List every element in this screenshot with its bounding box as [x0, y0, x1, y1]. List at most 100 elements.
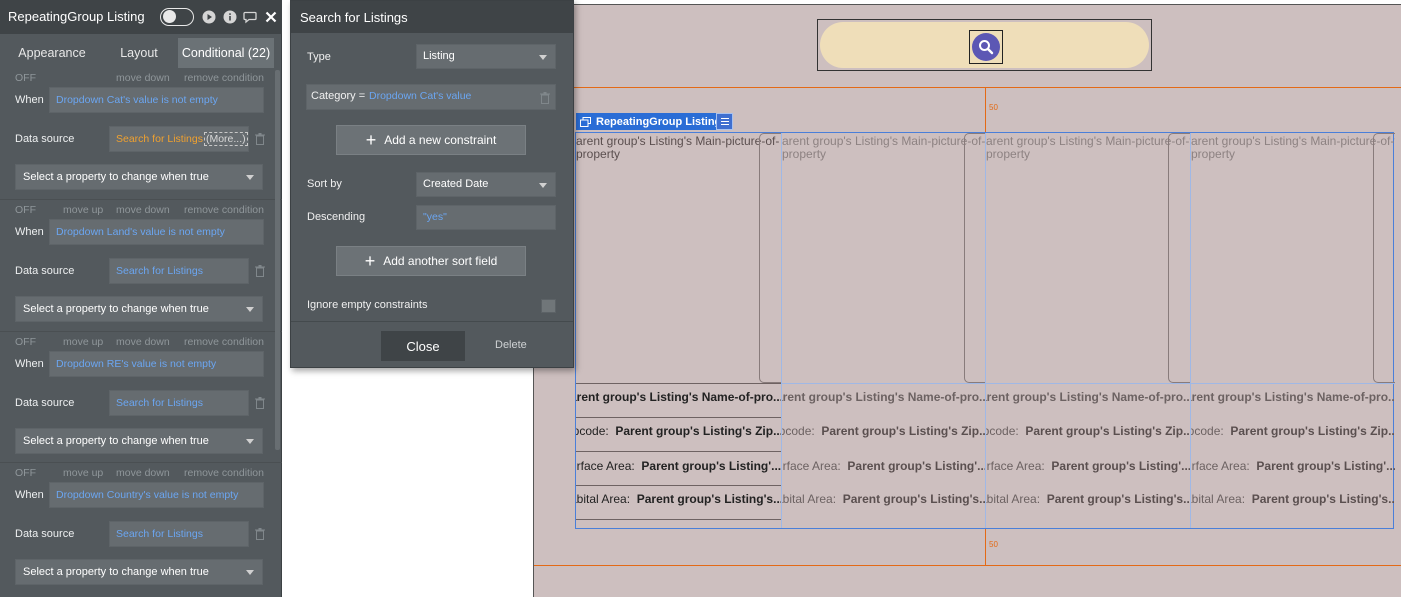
move-down-link[interactable]: move down [116, 467, 170, 481]
move-up-link[interactable]: move up [63, 467, 103, 481]
editor-tabs: Appearance Layout Conditional (22) [0, 38, 282, 68]
type-label: Type [307, 51, 331, 63]
chevron-down-icon [246, 439, 254, 444]
element-toggle[interactable] [160, 8, 194, 26]
tab-layout[interactable]: Layout [104, 38, 174, 68]
group-top-border [534, 87, 1401, 88]
condition-status[interactable]: OFF [15, 336, 36, 350]
data-source-expression[interactable]: Search for Listings [109, 521, 249, 547]
close-button[interactable]: Close [381, 331, 465, 361]
when-expression[interactable]: Dropdown RE's value is not empty [49, 351, 264, 377]
property-editor[interactable]: RepeatingGroup Listing Appearance Layout… [0, 0, 282, 597]
sort-by-dropdown[interactable]: Created Date [416, 172, 556, 197]
popup-title: Search for Listings [300, 10, 408, 25]
tab-appearance[interactable]: Appearance [0, 38, 104, 68]
type-dropdown[interactable]: Listing [416, 44, 556, 69]
property-select[interactable]: Select a property to change when true [15, 296, 263, 322]
margin-top-label: 50 [989, 103, 998, 112]
move-up-link[interactable]: move up [63, 336, 103, 350]
repeating-group-tag[interactable]: RepeatingGroup Listing [576, 113, 728, 130]
property-select[interactable]: Select a property to change when true [15, 164, 263, 190]
chevron-down-icon [539, 55, 547, 60]
condition-status[interactable]: OFF [15, 204, 36, 218]
rg-cell[interactable]: arent group's Listing's Main-picture-of-… [576, 133, 781, 528]
move-up-link[interactable]: move up [63, 204, 103, 218]
habital-area-text: abital Area: Parent group's Listing's... [1190, 492, 1395, 506]
trash-icon[interactable] [540, 92, 550, 104]
when-expression[interactable]: Dropdown Land's value is not empty [49, 219, 264, 245]
popup-divider [291, 321, 573, 322]
remove-condition-link[interactable]: remove condition [184, 467, 264, 481]
row-divider [782, 383, 986, 384]
main-picture-placeholder: arent group's Listing's Main-picture-of-… [986, 134, 1190, 161]
divider [0, 462, 282, 463]
add-sort-field-button[interactable]: + Add another sort field [336, 246, 526, 276]
search-button[interactable] [972, 33, 1000, 61]
main-picture-placeholder: arent group's Listing's Main-picture-of-… [1191, 134, 1395, 161]
plus-icon: + [365, 130, 377, 150]
rg-cell[interactable]: arent group's Listing's Main-picture-of-… [1190, 133, 1395, 528]
remove-condition-link[interactable]: remove condition [184, 72, 264, 86]
ignore-empty-checkbox[interactable] [541, 299, 556, 313]
row-divider [576, 485, 781, 486]
surface-area-text: urface Area: Parent group's Listing'... [576, 459, 781, 473]
property-select[interactable]: Select a property to change when true [15, 559, 263, 585]
remove-condition-link[interactable]: remove condition [184, 336, 264, 350]
repeating-group[interactable]: arent group's Listing's Main-picture-of-… [575, 132, 1395, 529]
trash-icon[interactable] [255, 528, 265, 540]
move-down-link[interactable]: move down [116, 72, 170, 86]
trash-icon[interactable] [255, 265, 265, 277]
habital-area-text: abital Area: Parent group's Listing's... [985, 492, 1190, 506]
surface-area-text: urface Area: Parent group's Listing'... [1190, 459, 1395, 473]
scrollbar[interactable] [275, 70, 280, 450]
search-popup[interactable]: Search for Listings Type Listing Categor… [290, 0, 574, 368]
plus-icon: + [364, 251, 376, 271]
data-source-expression[interactable]: Search for Listings (More...) [109, 126, 249, 152]
delete-button[interactable]: Delete [495, 339, 527, 351]
move-down-link[interactable]: move down [116, 204, 170, 218]
play-icon[interactable] [202, 10, 216, 24]
chevron-down-icon [539, 183, 547, 188]
comment-icon[interactable] [243, 10, 257, 24]
trash-icon[interactable] [255, 397, 265, 409]
when-expression[interactable]: Dropdown Cat's value is not empty [49, 87, 264, 113]
condition-status[interactable]: OFF [15, 72, 36, 86]
surface-area-text: urface Area: Parent group's Listing'... [985, 459, 1190, 473]
margin-guide-top [985, 88, 986, 132]
data-source-expression[interactable]: Search for Listings [109, 390, 249, 416]
constraint-row[interactable]: Category = Dropdown Cat's value [306, 84, 556, 110]
row-divider [576, 383, 781, 384]
property-select[interactable]: Select a property to change when true [15, 428, 263, 454]
picture-frame[interactable] [964, 133, 986, 383]
more-link[interactable]: (More...) [203, 132, 248, 146]
constraint-value[interactable]: Dropdown Cat's value [369, 90, 471, 102]
search-group[interactable] [817, 19, 1152, 71]
search-icon [979, 40, 994, 55]
move-down-link[interactable]: move down [116, 336, 170, 350]
descending-field[interactable]: "yes" [416, 205, 556, 230]
when-label: When [15, 226, 44, 238]
data-source-expression[interactable]: Search for Listings [109, 258, 249, 284]
design-canvas[interactable]: 50 50 RepeatingGroup Listing arent group… [532, 0, 1401, 597]
rg-cell[interactable]: arent group's Listing's Main-picture-of-… [781, 133, 986, 528]
search-button-frame[interactable] [969, 30, 1003, 64]
main-picture-placeholder: arent group's Listing's Main-picture-of-… [782, 134, 986, 161]
add-constraint-button[interactable]: + Add a new constraint [336, 125, 526, 155]
page-area[interactable]: 50 50 RepeatingGroup Listing arent group… [533, 4, 1401, 597]
picture-frame[interactable] [1373, 133, 1395, 383]
tab-conditional[interactable]: Conditional (22) [178, 38, 274, 68]
remove-condition-link[interactable]: remove condition [184, 204, 264, 218]
picture-frame[interactable] [1168, 133, 1190, 383]
close-icon[interactable] [264, 10, 278, 24]
trash-icon[interactable] [255, 133, 265, 145]
constraint-key[interactable]: Category = [311, 90, 365, 102]
search-bar[interactable] [820, 22, 1149, 68]
repeating-group-icon [580, 116, 591, 127]
info-icon[interactable] [223, 10, 237, 24]
listing-name-text: arent group's Listing's Name-of-pro... [576, 390, 781, 404]
when-expression[interactable]: Dropdown Country's value is not empty [49, 482, 264, 508]
rg-cell[interactable]: arent group's Listing's Main-picture-of-… [985, 133, 1190, 528]
condition-status[interactable]: OFF [15, 467, 36, 481]
repeating-group-menu-icon[interactable] [716, 113, 733, 130]
picture-frame[interactable] [759, 133, 781, 383]
